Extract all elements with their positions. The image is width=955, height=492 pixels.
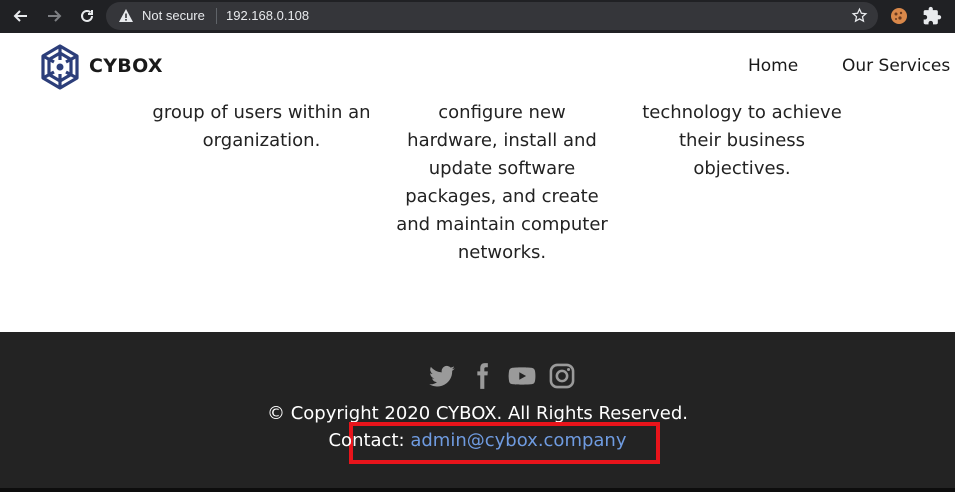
contact-line: Contact: admin@cybox.company	[0, 430, 955, 451]
site-header: CYBOX Home Our Services	[0, 33, 955, 99]
reload-icon	[81, 9, 93, 22]
column-text-line: their business	[678, 130, 806, 151]
divider	[216, 8, 217, 24]
column-text-line: networks.	[457, 242, 547, 263]
facebook-icon[interactable]	[468, 362, 496, 390]
back-button[interactable]	[8, 4, 34, 28]
reload-button[interactable]	[74, 4, 100, 28]
service-column-3: technology to achieve their business obj…	[628, 99, 856, 183]
url-text[interactable]: 192.168.0.108	[226, 8, 309, 23]
extensions-puzzle-icon[interactable]	[922, 6, 942, 30]
copyright-text: © Copyright 2020 CYBOX. All Rights Reser…	[266, 403, 689, 424]
brand-name[interactable]: CYBOX	[89, 55, 163, 77]
warning-icon[interactable]	[118, 8, 134, 28]
arrow-left-icon	[13, 10, 27, 22]
star-icon[interactable]	[851, 7, 868, 28]
instagram-icon[interactable]	[548, 362, 576, 390]
footer-bottom-bar	[0, 488, 955, 492]
nav-home[interactable]: Home	[748, 56, 798, 76]
forward-button[interactable]	[41, 4, 67, 28]
browser-toolbar: Not secure 192.168.0.108	[0, 0, 955, 33]
address-bar[interactable]: Not secure 192.168.0.108	[106, 2, 878, 30]
nav-our-services[interactable]: Our Services	[842, 56, 950, 76]
arrow-right-icon	[48, 10, 62, 22]
site-footer: © Copyright 2020 CYBOX. All Rights Reser…	[0, 332, 955, 488]
service-column-2: configure new hardware, install and upda…	[380, 99, 624, 267]
column-text-line: objectives.	[693, 158, 791, 179]
security-label[interactable]: Not secure	[142, 8, 205, 23]
column-text-line: organization.	[202, 130, 321, 151]
youtube-icon[interactable]	[508, 362, 536, 390]
cookie-extension-icon[interactable]	[889, 6, 909, 30]
column-text-line: and maintain computer	[396, 214, 608, 235]
column-text-line: update software	[428, 158, 576, 179]
column-text-line: packages, and create	[405, 186, 599, 207]
service-column-1: group of users within an organization.	[140, 99, 383, 155]
column-text-line: configure new	[438, 102, 566, 123]
column-text-line: hardware, install and	[407, 130, 597, 151]
twitter-icon[interactable]	[428, 362, 456, 390]
contact-email-link[interactable]: admin@cybox.company	[410, 430, 626, 451]
column-text-line: group of users within an	[152, 102, 371, 123]
contact-label: Contact:	[328, 430, 405, 451]
cybox-logo-icon[interactable]	[38, 43, 82, 91]
column-text-line: technology to achieve	[642, 102, 842, 123]
